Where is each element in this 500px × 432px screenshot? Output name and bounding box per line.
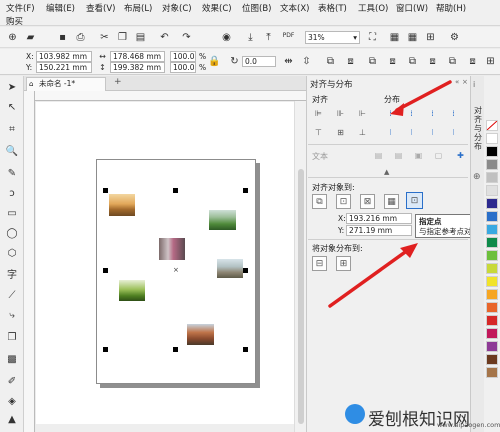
annotation-arrows <box>328 80 452 308</box>
arrow-to-specified-point <box>328 243 418 308</box>
arrow-to-distribute <box>390 80 452 116</box>
watermark-url: www.aipaogen.com <box>437 421 500 429</box>
watermark-logo <box>345 404 365 424</box>
